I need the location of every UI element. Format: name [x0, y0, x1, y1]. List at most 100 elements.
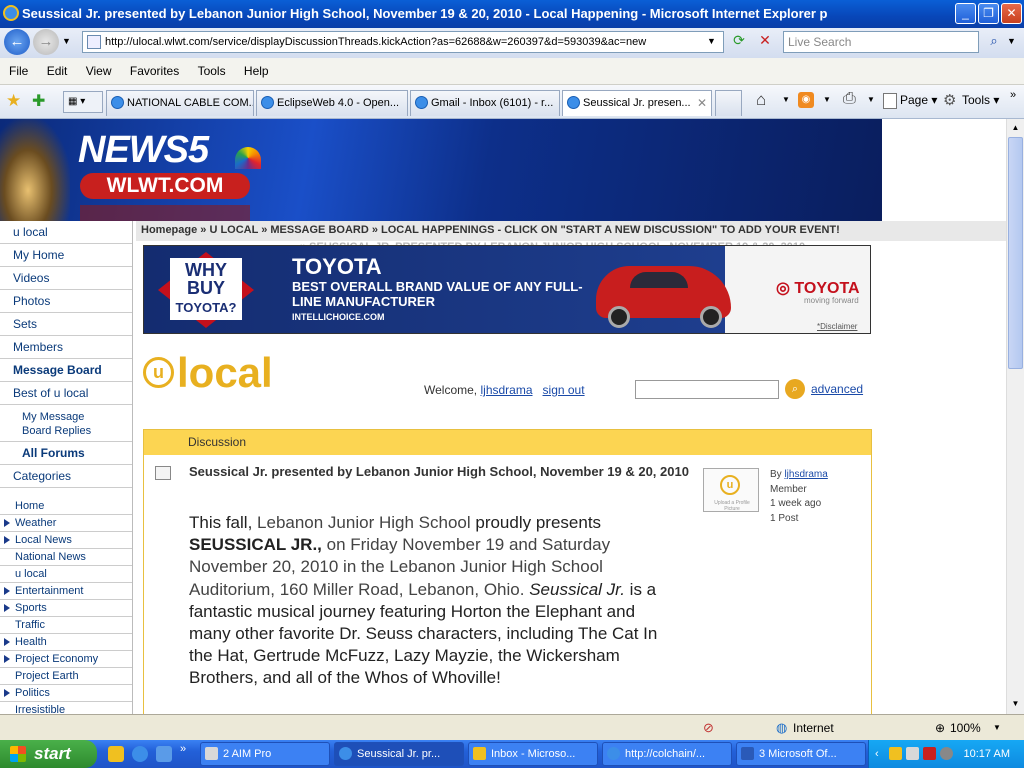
task-inbox[interactable]: Inbox - Microso...	[468, 742, 598, 766]
tray-app-icon[interactable]	[906, 747, 919, 760]
task-colchain[interactable]: http://colchain/...	[602, 742, 732, 766]
task-microsoft-office[interactable]: 3 Microsoft Of...	[736, 742, 866, 766]
add-favorite-icon[interactable]: ✚	[32, 91, 45, 111]
menu-tools[interactable]: Tools	[198, 64, 226, 78]
address-bar[interactable]: http://ulocal.wlwt.com/service/displayDi…	[82, 31, 724, 53]
ulocal-logo[interactable]: u local	[143, 349, 293, 399]
toyota-ad-banner[interactable]: WHY BUY TOYOTA? TOYOTA BEST OVERALL BRAN…	[143, 245, 871, 334]
nav-health[interactable]: Health	[0, 634, 132, 651]
zoom-level[interactable]: 100%	[950, 715, 981, 741]
breadcrumb[interactable]: Homepage » U LOCAL » MESSAGE BOARD » LOC…	[136, 221, 1006, 241]
nav-sports[interactable]: Sports	[0, 600, 132, 617]
advanced-search-link[interactable]: advanced	[811, 382, 863, 396]
username-link[interactable]: ljhsdrama	[480, 383, 532, 397]
sign-out-link[interactable]: sign out	[543, 383, 585, 397]
nav-label: Irresistible	[15, 704, 66, 714]
refresh-icon[interactable]: ⟳	[729, 32, 749, 52]
tray-volume-icon[interactable]	[940, 747, 953, 760]
nav-best-of[interactable]: Best of u local	[0, 382, 132, 405]
tray-outlook-icon[interactable]	[889, 747, 902, 760]
nav-photos[interactable]: Photos	[0, 290, 132, 313]
ad-disclaimer-link[interactable]: *Disclaimer	[817, 322, 857, 331]
nav-project-earth[interactable]: Project Earth	[0, 668, 132, 685]
nav-my-message-board-replies[interactable]: My Message Board Replies	[0, 405, 132, 442]
print-icon[interactable]: ⎙	[843, 90, 856, 108]
nbc-peacock-icon	[235, 147, 261, 169]
nav-u-local[interactable]: u local	[0, 221, 132, 244]
back-button[interactable]: ←	[4, 29, 30, 55]
quicklaunch-ie-icon[interactable]	[132, 746, 148, 762]
nav-home[interactable]: Home	[0, 498, 132, 515]
menu-file[interactable]: File	[9, 64, 28, 78]
quick-tabs-button[interactable]: ▦ ▾	[63, 91, 103, 113]
site-search-icon[interactable]: ⌕	[785, 379, 805, 399]
task-aim-pro[interactable]: 2 AIM Pro	[200, 742, 330, 766]
wlwt-logo[interactable]: WLWT.COM	[80, 173, 250, 199]
feeds-icon[interactable]: ◉	[798, 92, 814, 108]
toolbar-overflow-icon[interactable]: »	[1010, 89, 1016, 101]
close-tab-icon[interactable]: ✕	[697, 91, 707, 115]
nav-members[interactable]: Members	[0, 336, 132, 359]
nav-weather[interactable]: Weather	[0, 515, 132, 532]
start-button[interactable]: start	[0, 740, 97, 768]
scroll-thumb[interactable]	[1008, 137, 1023, 369]
menu-edit[interactable]: Edit	[47, 64, 68, 78]
minimize-button[interactable]: _	[955, 3, 976, 24]
tray-expand-icon[interactable]: ‹	[875, 740, 879, 768]
favorites-star-icon[interactable]: ★	[6, 91, 21, 111]
nav-local-news[interactable]: Local News	[0, 532, 132, 549]
nav-all-forums[interactable]: All Forums	[0, 442, 132, 465]
menu-help[interactable]: Help	[244, 64, 269, 78]
address-dropdown-icon[interactable]: ▼	[707, 36, 716, 46]
nav-message-board[interactable]: Message Board	[0, 359, 132, 382]
close-button[interactable]: ✕	[1001, 3, 1022, 24]
home-dropdown-icon[interactable]: ▼	[782, 95, 790, 104]
stop-icon[interactable]: ✕	[755, 32, 775, 52]
nav-sets[interactable]: Sets	[0, 313, 132, 336]
quicklaunch-outlook-icon[interactable]	[108, 746, 124, 762]
nav-entertainment[interactable]: Entertainment	[0, 583, 132, 600]
home-icon[interactable]: ⌂	[756, 90, 766, 110]
restore-button[interactable]: ❐	[978, 3, 999, 24]
quicklaunch-ie2-icon[interactable]	[156, 746, 172, 762]
author-avatar[interactable]: u Upload a Profile Picture	[703, 468, 759, 512]
scroll-down-icon[interactable]: ▼	[1008, 696, 1023, 712]
nav-irresistible[interactable]: Irresistible	[0, 702, 132, 714]
feeds-dropdown-icon[interactable]: ▼	[823, 95, 831, 104]
site-search-input[interactable]	[635, 380, 779, 399]
search-icon[interactable]: ⌕	[984, 33, 1004, 53]
nav-my-home[interactable]: My Home	[0, 244, 132, 267]
clock[interactable]: 10:17 AM	[964, 748, 1010, 760]
task-seussical[interactable]: Seussical Jr. pr...	[334, 742, 464, 766]
page-menu[interactable]: Page ▾	[900, 93, 937, 107]
quicklaunch-overflow-icon[interactable]: »	[180, 743, 186, 755]
forward-button[interactable]: →	[33, 29, 59, 55]
author-link[interactable]: ljhsdrama	[784, 469, 827, 480]
nav-project-economy[interactable]: Project Economy	[0, 651, 132, 668]
tab-gmail[interactable]: Gmail - Inbox (6101) - r...	[410, 90, 560, 116]
scroll-up-icon[interactable]: ▲	[1008, 120, 1023, 136]
tab-national-cable[interactable]: NATIONAL CABLE COM...	[106, 90, 254, 116]
menu-view[interactable]: View	[86, 64, 112, 78]
tab-seussical[interactable]: Seussical Jr. presen... ✕	[562, 90, 712, 116]
search-input[interactable]: Live Search	[783, 31, 979, 53]
history-dropdown-icon[interactable]: ▼	[62, 36, 71, 46]
nav-u-local-2[interactable]: u local	[0, 566, 132, 583]
nav-categories[interactable]: Categories	[0, 465, 132, 488]
news5-logo[interactable]: NEWS5	[78, 129, 209, 172]
nav-traffic[interactable]: Traffic	[0, 617, 132, 634]
nav-videos[interactable]: Videos	[0, 267, 132, 290]
popup-blocked-icon[interactable]: ⊘	[703, 715, 714, 741]
print-dropdown-icon[interactable]: ▼	[867, 95, 875, 104]
page-menu-label: Page	[900, 93, 929, 107]
tab-eclipseweb[interactable]: EclipseWeb 4.0 - Open...	[256, 90, 408, 116]
tray-security-icon[interactable]	[923, 747, 936, 760]
nav-national-news[interactable]: National News	[0, 549, 132, 566]
search-options-icon[interactable]: ▼	[1007, 36, 1016, 46]
vertical-scrollbar[interactable]: ▲ ▼	[1006, 119, 1024, 714]
zoom-dropdown-icon[interactable]: ▼	[993, 715, 1001, 741]
menu-favorites[interactable]: Favorites	[130, 64, 179, 78]
new-tab-button[interactable]	[715, 90, 742, 116]
tools-menu[interactable]: Tools ▾	[962, 93, 999, 107]
nav-politics[interactable]: Politics	[0, 685, 132, 702]
